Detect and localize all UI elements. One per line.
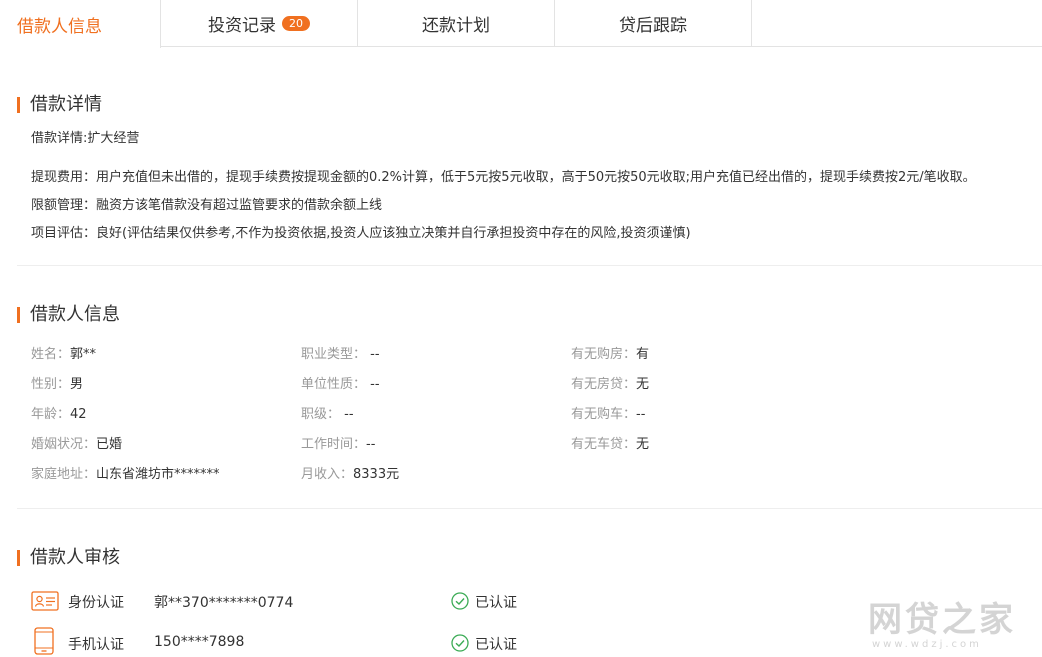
tab-post-loan-tracking[interactable]: 贷后跟踪	[555, 0, 752, 47]
watermark-logo: 网贷之家 www.wdzj.com	[868, 592, 1028, 652]
info-home-address: 家庭地址：山东省潍坊市*******	[31, 467, 220, 482]
info-job-level: 职级： --	[301, 407, 354, 422]
info-monthly-income: 月收入：8333元	[301, 467, 400, 482]
project-evaluation-text: 项目评估：良好(评估结果仅供参考,不作为投资依据,投资人应该独立决策并自行承担投…	[31, 226, 691, 241]
tab-repayment-plan[interactable]: 还款计划	[358, 0, 555, 47]
info-occupation-type: 职业类型： --	[301, 347, 380, 362]
info-employer-type: 单位性质： --	[301, 377, 380, 392]
section-title-borrower-info: 借款人信息	[17, 305, 120, 325]
info-marital-status: 婚姻状况：已婚	[31, 437, 123, 452]
loan-purpose: 借款详情:扩大经营	[31, 131, 140, 146]
audit-label-id: 身份认证	[68, 595, 124, 611]
mobile-phone-icon	[34, 627, 54, 657]
audit-value-id: 郭**370*******0774	[154, 595, 294, 611]
withdrawal-fee-text: 提现费用：用户充值但未出借的，提现手续费按提现金额的0.2%计算，低于5元按5元…	[31, 170, 976, 185]
info-name: 姓名：郭**	[31, 347, 97, 362]
count-badge: 20	[282, 16, 310, 31]
tab-bar: 借款人信息 投资记录 20 还款计划 贷后跟踪	[0, 0, 1042, 48]
tab-borrower-info[interactable]: 借款人信息	[0, 0, 161, 48]
id-card-icon	[31, 591, 59, 615]
tab-investment-records[interactable]: 投资记录 20	[161, 0, 358, 47]
tab-label: 投资记录	[208, 16, 276, 36]
audit-label-phone: 手机认证	[68, 637, 124, 653]
tab-label: 贷后跟踪	[619, 16, 687, 36]
check-circle-icon	[451, 634, 469, 656]
info-owns-car: 有无购车：--	[571, 407, 646, 422]
divider	[17, 508, 1042, 509]
tab-label: 还款计划	[422, 16, 490, 36]
audit-status-phone: 已认证	[475, 637, 517, 653]
info-house-loan: 有无房贷：无	[571, 377, 650, 392]
info-owns-house: 有无购房：有	[571, 347, 650, 362]
info-gender: 性别：男	[31, 377, 84, 392]
section-title-loan-details: 借款详情	[17, 95, 102, 115]
audit-status-id: 已认证	[475, 595, 517, 611]
info-car-loan: 有无车贷：无	[571, 437, 650, 452]
info-work-time: 工作时间：--	[301, 437, 376, 452]
limit-management-text: 限额管理：融资方该笔借款没有超过监管要求的借款余额上线	[31, 198, 383, 213]
divider	[17, 265, 1042, 266]
check-circle-icon	[451, 592, 469, 614]
tab-label: 借款人信息	[17, 16, 102, 37]
watermark-main: 网贷之家	[868, 600, 1016, 640]
audit-value-phone: 150****7898	[154, 634, 245, 650]
section-title-borrower-audit: 借款人审核	[17, 548, 120, 568]
info-age: 年龄：42	[31, 407, 87, 422]
